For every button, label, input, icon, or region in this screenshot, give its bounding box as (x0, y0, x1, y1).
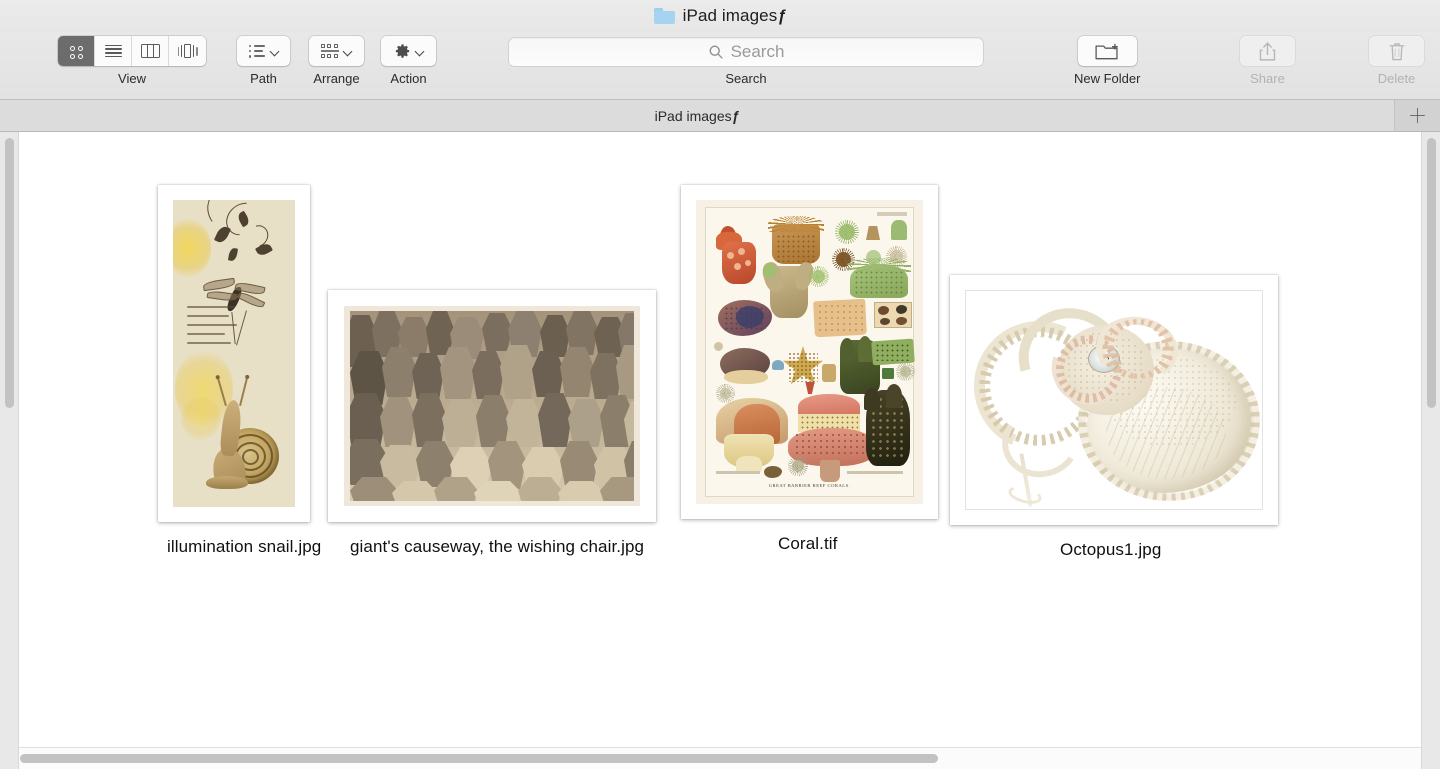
file-name-label: Octopus1.jpg (1060, 540, 1162, 559)
content-area: illumination snail.jpg giant's causeway,… (0, 132, 1440, 769)
file-name-label: illumination snail.jpg (167, 537, 322, 556)
window-titlebar: iPad imagesƒ (0, 0, 1440, 32)
thumbnail (328, 290, 656, 522)
page-title: iPad imagesƒ (683, 6, 787, 26)
thumbnail (950, 275, 1278, 525)
plus-icon (1410, 108, 1425, 123)
action-label: Action (390, 71, 427, 86)
new-folder-button[interactable] (1077, 36, 1137, 66)
search-group: Search Search (509, 38, 983, 86)
path-control-group: Path (237, 36, 290, 86)
file-name-label: Coral.tif (778, 534, 838, 553)
search-input[interactable]: Search (509, 38, 983, 66)
scrollbar-thumb[interactable] (1426, 138, 1436, 408)
chevron-down-icon (415, 47, 424, 56)
delete-button[interactable] (1369, 36, 1424, 66)
gear-icon (395, 43, 409, 58)
tab-label: iPad images (654, 107, 732, 124)
search-placeholder: Search (730, 42, 785, 61)
file-item-illumination-snail[interactable]: illumination snail.jpg (158, 185, 321, 556)
share-icon (1259, 41, 1276, 61)
finder-window: iPad imagesƒ View Path Arrange Action Se… (0, 0, 1440, 769)
folder-icon (653, 8, 675, 24)
artwork-coral-plate: GREAT BARRIER REEF CORALS. (696, 200, 923, 504)
columns-icon (140, 44, 160, 58)
share-group: Share (1240, 36, 1295, 86)
file-item-giants-causeway[interactable]: giant's causeway, the wishing chair.jpg (328, 290, 656, 556)
delete-label: Delete (1377, 71, 1416, 86)
file-item-coral[interactable]: GREAT BARRIER REEF CORALS. Coral.tif (681, 185, 938, 553)
chevron-down-icon (270, 47, 279, 56)
thumbnail: GREAT BARRIER REEF CORALS. (681, 185, 938, 519)
new-folder-label: New Folder (1074, 71, 1141, 86)
gallery-icon (177, 44, 198, 59)
file-icon-canvas[interactable]: illumination snail.jpg giant's causeway,… (18, 132, 1422, 769)
grid-icon (69, 44, 84, 59)
arrange-control-group: Arrange (309, 36, 364, 86)
view-label: View (118, 71, 146, 86)
path-button[interactable] (237, 36, 290, 66)
scrollbar-thumb[interactable] (20, 754, 938, 763)
thumbnail (158, 185, 310, 522)
window-title-group: iPad imagesƒ (653, 6, 787, 26)
window-title-suffix: ƒ (777, 8, 787, 25)
path-label: Path (250, 71, 277, 86)
new-tab-button[interactable] (1395, 100, 1440, 131)
delete-group: Delete (1369, 36, 1424, 86)
view-segmented-control[interactable] (58, 36, 206, 66)
tab-label-suffix: ƒ (731, 107, 740, 124)
trash-icon (1389, 42, 1404, 60)
new-folder-icon (1095, 43, 1119, 59)
file-item-octopus[interactable]: Octopus1.jpg (950, 275, 1278, 559)
artwork-illuminated-manuscript (173, 200, 295, 507)
path-list-icon (248, 44, 266, 58)
arrange-grid-icon (321, 44, 339, 58)
icon-view-button[interactable] (58, 36, 95, 66)
vertical-scrollbar-right[interactable] (1422, 132, 1440, 769)
window-title-text: iPad images (682, 6, 778, 25)
share-label: Share (1250, 71, 1285, 86)
file-name-label: giant's causeway, the wishing chair.jpg (350, 537, 645, 556)
scrollbar-thumb[interactable] (4, 138, 14, 408)
chevron-down-icon (343, 47, 352, 56)
share-button[interactable] (1240, 36, 1295, 66)
column-view-button[interactable] (132, 36, 169, 66)
arrange-label: Arrange (313, 71, 360, 86)
view-control-group: View (58, 36, 206, 86)
new-folder-group: New Folder (1074, 36, 1140, 86)
list-icon (104, 44, 122, 58)
action-control-group: Action (381, 36, 436, 86)
search-icon (709, 45, 723, 59)
tab-bar: iPad images ƒ (0, 100, 1440, 132)
list-view-button[interactable] (95, 36, 132, 66)
search-label: Search (725, 71, 767, 86)
artwork-octopus-illustration (965, 290, 1263, 510)
coral-plate-caption: GREAT BARRIER REEF CORALS. (768, 483, 851, 488)
artwork-causeway-photograph (344, 306, 640, 506)
horizontal-scrollbar[interactable] (19, 747, 1421, 769)
tab-ipad-images[interactable]: iPad images ƒ (0, 100, 1395, 131)
arrange-button[interactable] (309, 36, 364, 66)
action-button[interactable] (381, 36, 436, 66)
gallery-view-button[interactable] (169, 36, 206, 66)
vertical-scrollbar-left[interactable] (0, 132, 18, 769)
toolbar: View Path Arrange Action Search Search N… (0, 32, 1440, 100)
